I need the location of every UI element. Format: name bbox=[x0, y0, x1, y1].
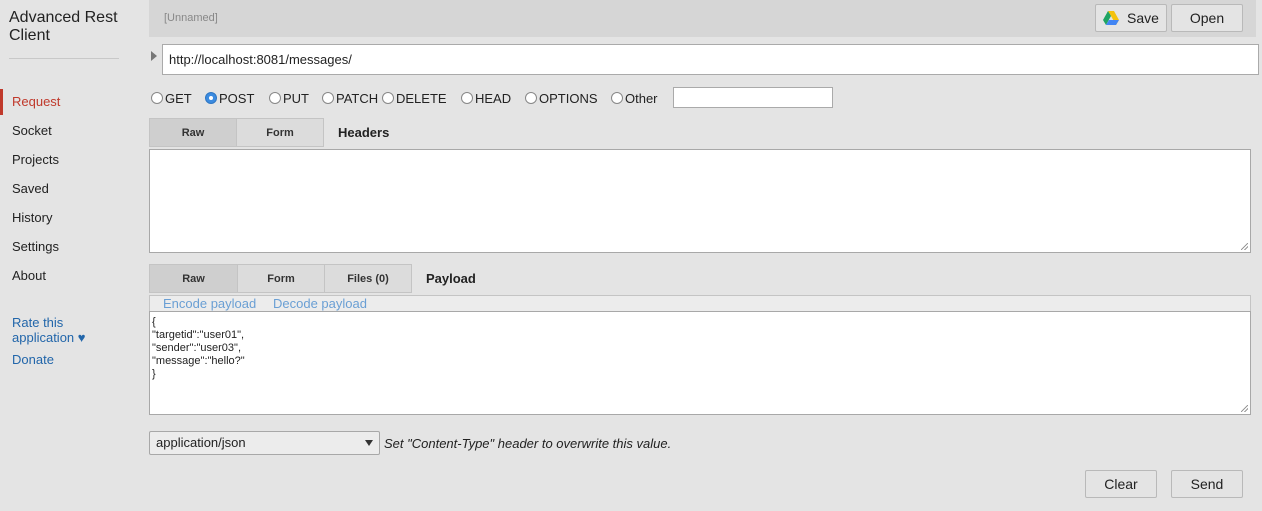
method-head[interactable]: HEAD bbox=[461, 89, 511, 107]
resize-handle-icon[interactable] bbox=[1241, 243, 1248, 250]
payload-label: Payload bbox=[426, 271, 476, 286]
radio-put[interactable] bbox=[269, 92, 281, 104]
rate-app-link[interactable]: Rate this application ♥ bbox=[12, 315, 102, 345]
chevron-down-icon[interactable] bbox=[365, 440, 373, 446]
method-head-label: HEAD bbox=[475, 90, 512, 106]
headers-tab-raw[interactable]: Raw bbox=[149, 118, 237, 147]
content-type-select[interactable]: application/json bbox=[149, 431, 380, 455]
encode-payload-link[interactable]: Encode payload bbox=[163, 296, 256, 311]
url-input[interactable]: http://localhost:8081/messages/ bbox=[162, 44, 1259, 75]
method-post[interactable]: POST bbox=[205, 89, 254, 107]
radio-post[interactable] bbox=[205, 92, 217, 104]
sidebar-item-request[interactable]: Request bbox=[0, 89, 132, 115]
sidebar-item-history[interactable]: History bbox=[0, 205, 132, 231]
headers-tab-form[interactable]: Form bbox=[236, 118, 324, 147]
radio-head[interactable] bbox=[461, 92, 473, 104]
content-type-hint: Set "Content-Type" header to overwrite t… bbox=[384, 436, 672, 451]
payload-tab-raw[interactable]: Raw bbox=[149, 264, 238, 293]
method-other-label: Other bbox=[625, 90, 658, 106]
method-delete[interactable]: DELETE bbox=[382, 89, 447, 107]
payload-line: "targetid":"user01", bbox=[152, 329, 245, 341]
method-get-label: GET bbox=[165, 90, 192, 106]
radio-get[interactable] bbox=[151, 92, 163, 104]
save-button[interactable]: Save bbox=[1095, 4, 1167, 32]
payload-line: { bbox=[152, 316, 156, 328]
send-button[interactable]: Send bbox=[1171, 470, 1243, 498]
sidebar-item-projects[interactable]: Projects bbox=[0, 147, 132, 173]
decode-payload-link[interactable]: Decode payload bbox=[273, 296, 367, 311]
method-patch-label: PATCH bbox=[336, 90, 379, 106]
method-put[interactable]: PUT bbox=[269, 89, 309, 107]
method-post-label: POST bbox=[219, 90, 255, 106]
clear-button[interactable]: Clear bbox=[1085, 470, 1157, 498]
resize-handle-icon[interactable] bbox=[1241, 405, 1248, 412]
google-drive-icon bbox=[1103, 11, 1120, 25]
other-method-input[interactable] bbox=[673, 87, 833, 108]
sidebar-divider bbox=[9, 58, 119, 59]
request-name[interactable]: [Unnamed] bbox=[164, 12, 218, 24]
method-delete-label: DELETE bbox=[396, 90, 447, 106]
sidebar-item-socket[interactable]: Socket bbox=[0, 118, 132, 144]
payload-tab-form[interactable]: Form bbox=[237, 264, 325, 293]
app-title: Advanced Rest Client bbox=[9, 9, 118, 44]
payload-line: "message":"hello?" bbox=[152, 355, 245, 367]
method-patch[interactable]: PATCH bbox=[322, 89, 378, 107]
donate-link[interactable]: Donate bbox=[12, 352, 54, 367]
save-label: Save bbox=[1127, 10, 1159, 26]
radio-patch[interactable] bbox=[322, 92, 334, 104]
method-options[interactable]: OPTIONS bbox=[525, 89, 598, 107]
top-bar bbox=[149, 0, 1256, 37]
payload-line: } bbox=[152, 368, 156, 380]
expand-url-icon[interactable] bbox=[151, 51, 157, 61]
payload-line: "sender":"user03", bbox=[152, 342, 241, 354]
radio-options[interactable] bbox=[525, 92, 537, 104]
method-put-label: PUT bbox=[283, 90, 309, 106]
sidebar-item-about[interactable]: About bbox=[0, 263, 132, 289]
payload-tab-files[interactable]: Files (0) bbox=[324, 264, 412, 293]
payload-textarea[interactable] bbox=[149, 311, 1251, 415]
method-get[interactable]: GET bbox=[151, 89, 192, 107]
headers-label: Headers bbox=[338, 125, 390, 140]
open-button[interactable]: Open bbox=[1171, 4, 1243, 32]
headers-textarea[interactable] bbox=[149, 149, 1251, 253]
sidebar-item-settings[interactable]: Settings bbox=[0, 234, 132, 260]
method-other[interactable]: Other bbox=[611, 89, 658, 107]
radio-delete[interactable] bbox=[382, 92, 394, 104]
radio-other[interactable] bbox=[611, 92, 623, 104]
sidebar-item-saved[interactable]: Saved bbox=[0, 176, 132, 202]
method-options-label: OPTIONS bbox=[539, 90, 598, 106]
